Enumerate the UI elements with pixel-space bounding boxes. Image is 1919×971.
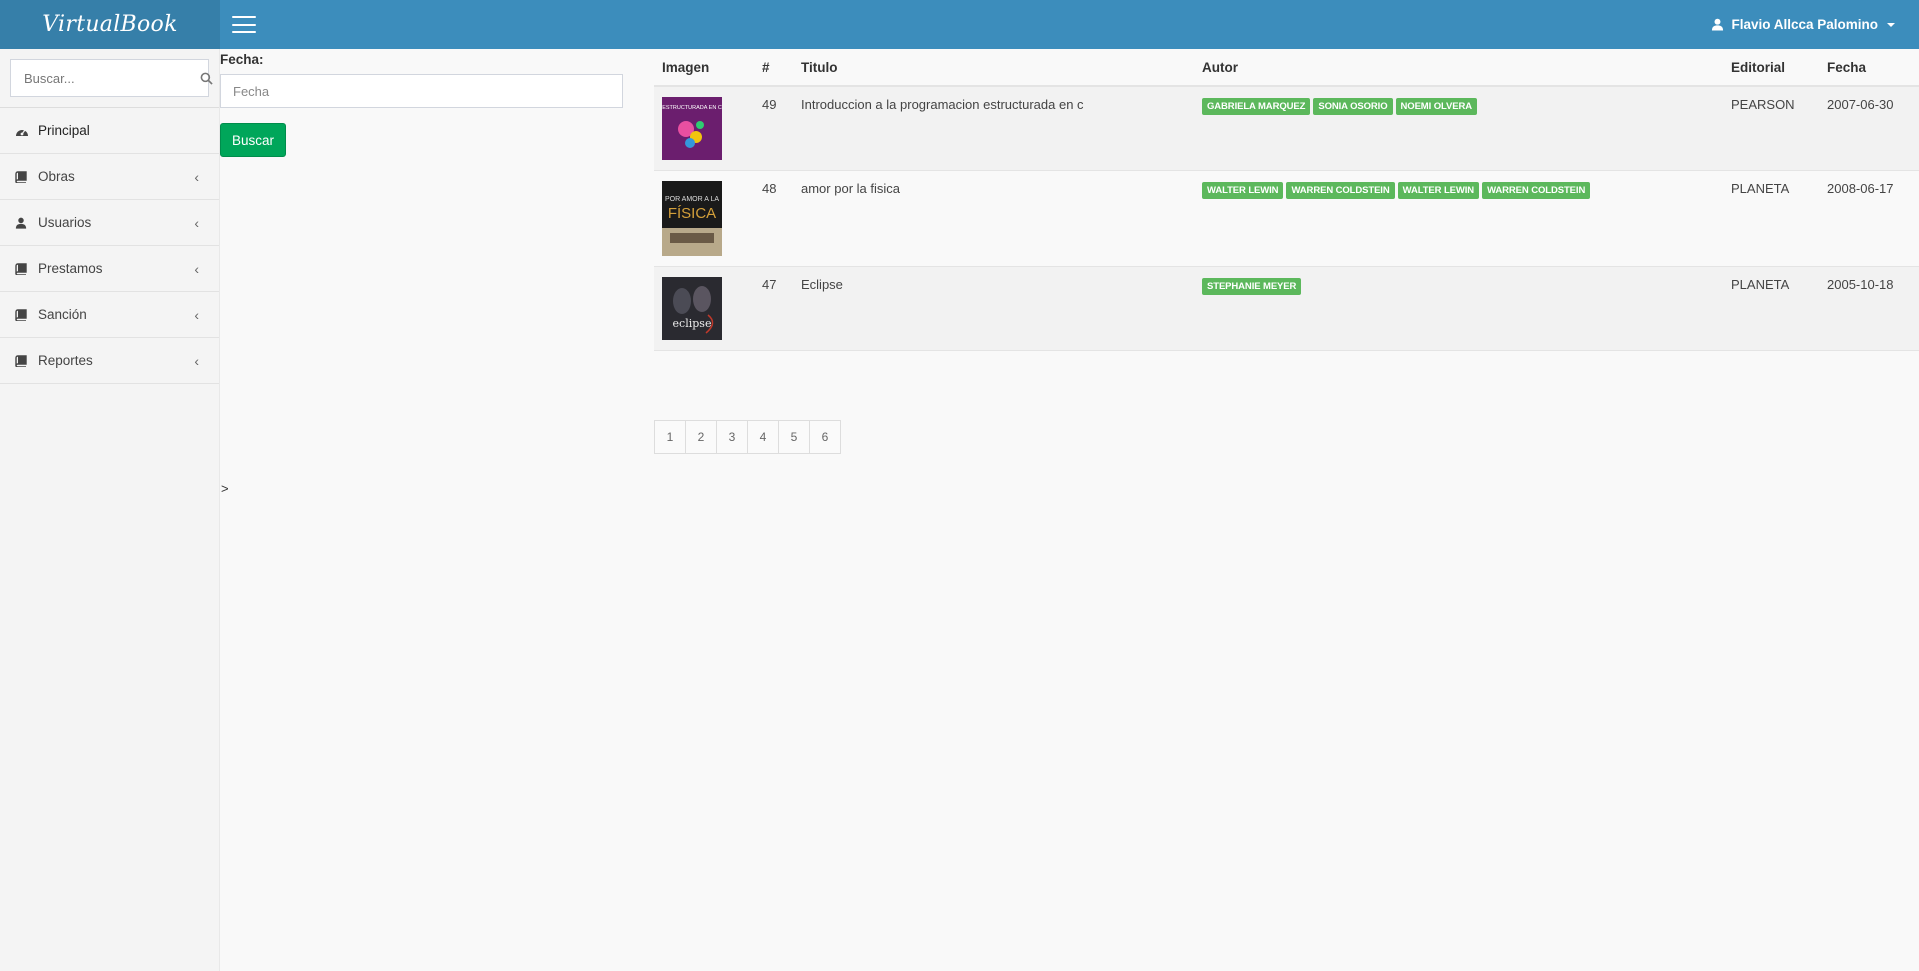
svg-text:POR AMOR A LA: POR AMOR A LA	[665, 196, 719, 203]
cell-date: 2007-06-30	[1819, 86, 1919, 171]
sidebar-item-label: Usuarios	[38, 215, 92, 230]
books-table: Imagen # Titulo Autor Editorial Fecha ESTRUCT…	[654, 49, 1919, 351]
author-badge: WALTER LEWIN	[1202, 182, 1284, 199]
cell-image: eclipse	[654, 266, 754, 351]
dashboard-icon	[15, 124, 29, 138]
svg-text:eclipse: eclipse	[673, 317, 712, 330]
author-badge: NOEMI OLVERA	[1395, 98, 1477, 115]
cell-image: POR AMOR A LA FÍSICA	[654, 170, 754, 267]
column-header: Editorial	[1723, 49, 1819, 87]
chevron-left-icon: ‹	[194, 352, 199, 369]
page-link-1[interactable]: 1	[654, 420, 686, 454]
sidebar-item-prestamos[interactable]: Prestamos ‹	[0, 246, 219, 292]
cell-publisher: PLANETA	[1723, 170, 1819, 267]
stray-text: >	[221, 481, 229, 496]
sidebar-item-obras[interactable]: Obras ‹	[0, 154, 219, 200]
table-row: eclipse 47 Eclipse STEPHANIE MEYER PLANETA 20…	[654, 266, 1919, 351]
top-navbar: VirtualBook Flavio Allcca Palomino	[0, 0, 1919, 49]
page-link-3[interactable]: 3	[716, 420, 748, 454]
pagination: 123456	[654, 420, 841, 454]
column-header: #	[754, 49, 793, 87]
column-header: Autor	[1194, 49, 1723, 87]
book-icon	[15, 354, 29, 368]
sidebar: PrincipalObras‹Usuarios‹Prestamos‹Sanció…	[0, 49, 220, 971]
sidebar-item-usuarios[interactable]: Usuarios ‹	[0, 200, 219, 246]
chevron-left-icon: ‹	[194, 260, 199, 277]
sidebar-item-reportes[interactable]: Reportes ‹	[0, 338, 219, 384]
cell-publisher: PEARSON	[1723, 86, 1819, 171]
column-header: Fecha	[1819, 49, 1919, 87]
sidebar-item-principal[interactable]: Principal	[0, 108, 219, 154]
cell-title: Introduccion a la programacion estructur…	[793, 86, 1194, 171]
author-badge: WARREN COLDSTEIN	[1482, 182, 1591, 199]
sidebar-item-label: Prestamos	[38, 261, 103, 276]
sidebar-item-label: Reportes	[38, 353, 93, 368]
cell-authors: GABRIELA MARQUEZ SONIA OSORIO NOEMI OLVERA	[1194, 86, 1723, 171]
cell-id: 48	[754, 170, 793, 267]
user-name: Flavio Allcca Palomino	[1731, 17, 1878, 32]
author-badge: GABRIELA MARQUEZ	[1202, 98, 1311, 115]
user-icon	[1712, 18, 1724, 31]
book-cover-image: POR AMOR A LA FÍSICA	[662, 181, 722, 256]
sidebar-item-label: Obras	[38, 169, 75, 184]
page-link-4[interactable]: 4	[747, 420, 779, 454]
table-row: POR AMOR A LA FÍSICA 48 amor por la fisica W…	[654, 170, 1919, 267]
main-content: Fecha: Buscar > Imagen#TituloAutorEditor…	[220, 49, 1919, 971]
cell-authors: STEPHANIE MEYER	[1194, 266, 1723, 351]
cell-date: 2008-06-17	[1819, 170, 1919, 267]
fecha-input[interactable]	[220, 74, 623, 108]
book-icon	[15, 308, 29, 322]
table-row: ESTRUCTURADA EN C 49 Introduccion a la pro…	[654, 86, 1919, 171]
book-icon	[15, 262, 29, 276]
cell-publisher: PLANETA	[1723, 266, 1819, 351]
app-logo[interactable]: VirtualBook	[0, 0, 220, 49]
cell-title: Eclipse	[793, 266, 1194, 351]
column-header: Imagen	[654, 49, 754, 87]
search-icon[interactable]	[200, 72, 213, 85]
column-header: Titulo	[793, 49, 1194, 87]
page-link-2[interactable]: 2	[685, 420, 717, 454]
books-table-container: Imagen # Titulo Autor Editorial Fecha ESTRUCT…	[654, 49, 1919, 351]
cell-authors: WALTER LEWIN WARREN COLDSTEIN WALTER LEWIN…	[1194, 170, 1723, 267]
fecha-label: Fecha:	[220, 52, 264, 67]
author-badge: WALTER LEWIN	[1397, 182, 1480, 199]
cell-title: amor por la fisica	[793, 170, 1194, 267]
book-cover-image: eclipse	[662, 277, 722, 340]
svg-text:FÍSICA: FÍSICA	[668, 205, 716, 222]
sidebar-search	[10, 59, 213, 97]
buscar-button[interactable]: Buscar	[220, 123, 286, 157]
sidebar-item-label: Principal	[38, 123, 90, 138]
cell-image: ESTRUCTURADA EN C	[654, 86, 754, 171]
author-badge: STEPHANIE MEYER	[1202, 278, 1302, 295]
cell-date: 2005-10-18	[1819, 266, 1919, 351]
caret-down-icon	[1887, 22, 1895, 27]
sidebar-search-input[interactable]	[11, 60, 200, 96]
sidebar-item-sancion[interactable]: Sanción ‹	[0, 292, 219, 338]
chevron-left-icon: ‹	[194, 306, 199, 323]
author-badge: SONIA OSORIO	[1313, 98, 1393, 115]
cell-id: 49	[754, 86, 793, 171]
chevron-left-icon: ‹	[194, 168, 199, 185]
user-menu[interactable]: Flavio Allcca Palomino	[1711, 17, 1895, 32]
hamburger-menu-icon[interactable]	[232, 16, 256, 33]
user-icon	[15, 216, 29, 230]
chevron-left-icon: ‹	[194, 214, 199, 231]
cell-id: 47	[754, 266, 793, 351]
sidebar-item-label: Sanción	[38, 307, 87, 322]
book-icon	[15, 170, 29, 184]
page-link-6[interactable]: 6	[809, 420, 841, 454]
svg-text:ESTRUCTURADA EN C: ESTRUCTURADA EN C	[662, 105, 722, 111]
book-cover-image: ESTRUCTURADA EN C	[662, 97, 722, 160]
author-badge: WARREN COLDSTEIN	[1286, 182, 1395, 199]
page-link-5[interactable]: 5	[778, 420, 810, 454]
